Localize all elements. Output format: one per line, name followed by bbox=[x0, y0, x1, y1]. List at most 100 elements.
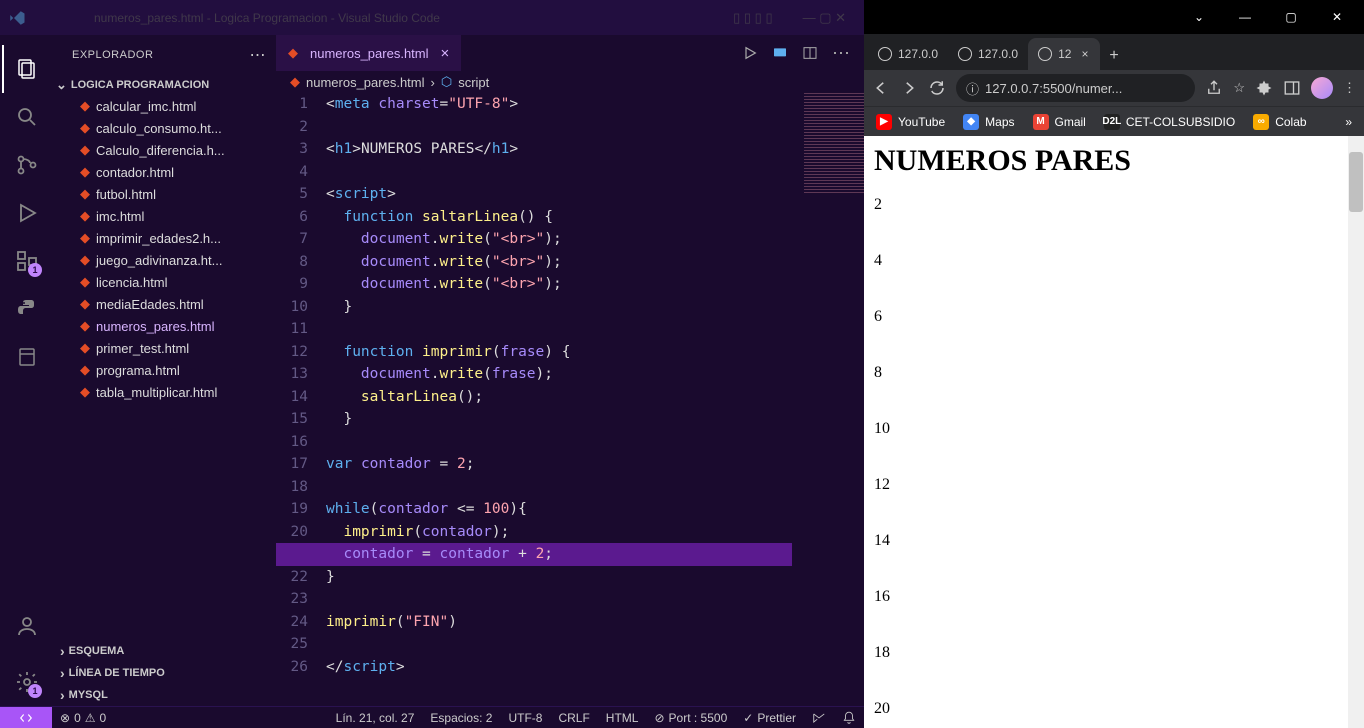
activity-run-debug[interactable] bbox=[2, 189, 50, 237]
chevron-right-icon: › bbox=[60, 665, 65, 681]
minimap[interactable] bbox=[804, 93, 864, 193]
page-content: NUMEROS PARES 2468101214161820 bbox=[864, 136, 1364, 728]
status-indentation[interactable]: Espacios: 2 bbox=[422, 711, 500, 725]
file-item[interactable]: ◆calcular_imc.html bbox=[52, 95, 276, 117]
url-input[interactable]: ⓘ 127.0.0.7:5500/numer... bbox=[956, 74, 1195, 102]
activity-source-control[interactable] bbox=[2, 141, 50, 189]
status-language[interactable]: HTML bbox=[598, 711, 647, 725]
bookmark-item[interactable]: ∞Colab bbox=[1253, 114, 1306, 130]
status-encoding[interactable]: UTF-8 bbox=[500, 711, 550, 725]
file-item[interactable]: ◆Calculo_diferencia.h... bbox=[52, 139, 276, 161]
activity-settings[interactable]: 1 bbox=[2, 658, 50, 706]
sidebar-section[interactable]: ›MYSQL bbox=[52, 684, 276, 706]
back-button[interactable] bbox=[872, 79, 890, 97]
file-item[interactable]: ◆tabla_multiplicar.html bbox=[52, 381, 276, 403]
file-item[interactable]: ◆juego_adivinanza.ht... bbox=[52, 249, 276, 271]
output-number: 16 bbox=[874, 588, 1354, 606]
minimize-button[interactable]: — bbox=[1222, 2, 1268, 32]
file-name: numeros_pares.html bbox=[96, 319, 215, 334]
split-editor-icon[interactable] bbox=[802, 45, 818, 61]
status-bell-icon[interactable] bbox=[834, 711, 864, 725]
browser-tab[interactable]: 127.0.0 bbox=[868, 38, 948, 70]
code-editor[interactable]: 1234567891011121314151617181920212223242… bbox=[276, 93, 864, 706]
page-scrollbar[interactable] bbox=[1348, 136, 1364, 728]
file-item[interactable]: ◆contador.html bbox=[52, 161, 276, 183]
file-name: futbol.html bbox=[96, 187, 156, 202]
workspace-folder[interactable]: ⌄ LOGICA PROGRAMACION bbox=[52, 75, 276, 95]
file-item[interactable]: ◆imc.html bbox=[52, 205, 276, 227]
browser-tab[interactable]: 127.0.0 bbox=[948, 38, 1028, 70]
reload-button[interactable] bbox=[928, 79, 946, 97]
file-item[interactable]: ◆calculo_consumo.ht... bbox=[52, 117, 276, 139]
bookmark-icon: ▶ bbox=[876, 114, 892, 130]
forward-button[interactable] bbox=[900, 79, 918, 97]
sidebar-section[interactable]: ›ESQUEMA bbox=[52, 640, 276, 662]
status-feedback-icon[interactable] bbox=[804, 711, 834, 725]
side-panel-icon[interactable] bbox=[1283, 79, 1301, 97]
bookmarks-overflow-icon[interactable]: » bbox=[1345, 115, 1352, 129]
maximize-button[interactable]: ▢ bbox=[1268, 2, 1314, 32]
html-file-icon: ◆ bbox=[80, 208, 90, 224]
more-actions-icon[interactable]: ⋯ bbox=[832, 43, 850, 64]
bookmark-item[interactable]: ▶ YouTube bbox=[876, 114, 945, 130]
bookmark-label: YouTube bbox=[898, 115, 945, 129]
close-tab-icon[interactable]: × bbox=[1081, 47, 1088, 61]
status-cursor-position[interactable]: Lín. 21, col. 27 bbox=[328, 711, 423, 725]
file-item[interactable]: ◆numeros_pares.html bbox=[52, 315, 276, 337]
html-file-icon: ◆ bbox=[80, 230, 90, 246]
bookmarks-bar: ▶ YouTube ◆Maps MGmail D2LCET-COLSUBSIDIO ∞Co… bbox=[864, 106, 1364, 136]
extensions-icon[interactable] bbox=[1255, 79, 1273, 97]
editor-actions: ⋯ bbox=[742, 43, 864, 64]
bookmark-item[interactable]: D2LCET-COLSUBSIDIO bbox=[1104, 114, 1235, 130]
status-problems[interactable]: ⊗0 ⚠0 bbox=[52, 711, 114, 725]
status-live-server[interactable]: ⊘Port : 5500 bbox=[646, 711, 735, 725]
activity-python-icon[interactable] bbox=[2, 285, 50, 333]
arrow-down-icon[interactable]: ⌄ bbox=[1176, 2, 1222, 32]
profile-avatar[interactable] bbox=[1311, 77, 1333, 99]
live-preview-icon[interactable] bbox=[772, 45, 788, 61]
file-name: juego_adivinanza.ht... bbox=[96, 253, 222, 268]
output-number: 2 bbox=[874, 196, 1354, 214]
bookmark-item[interactable]: ◆Maps bbox=[963, 114, 1014, 130]
activity-container-icon[interactable] bbox=[2, 333, 50, 381]
statusbar: ⊗0 ⚠0 Lín. 21, col. 27 Espacios: 2 UTF-8… bbox=[0, 706, 864, 728]
window-controls[interactable]: — ▢ ✕ bbox=[803, 10, 846, 26]
file-item[interactable]: ◆mediaEdades.html bbox=[52, 293, 276, 315]
activity-search[interactable] bbox=[2, 93, 50, 141]
close-tab-icon[interactable]: × bbox=[441, 45, 450, 62]
share-icon[interactable] bbox=[1205, 79, 1223, 97]
activity-extensions[interactable]: 1 bbox=[2, 237, 50, 285]
code-content[interactable]: <meta charset="UTF-8"><h1>NUMEROS PARES<… bbox=[326, 93, 864, 706]
remote-indicator[interactable] bbox=[0, 707, 52, 728]
file-item[interactable]: ◆futbol.html bbox=[52, 183, 276, 205]
menu-icon[interactable]: ⋮ bbox=[1343, 80, 1356, 96]
close-button[interactable]: ✕ bbox=[1314, 2, 1360, 32]
explorer-more-icon[interactable]: ⋯ bbox=[250, 45, 267, 65]
breadcrumb[interactable]: ◆ numeros_pares.html › ⬡ script bbox=[276, 71, 864, 93]
activity-explorer[interactable] bbox=[2, 45, 50, 93]
layout-icons[interactable]: ▯ ▯ ▯ ▯ bbox=[733, 10, 772, 26]
status-eol[interactable]: CRLF bbox=[550, 711, 597, 725]
new-tab-button[interactable]: + bbox=[1100, 42, 1128, 70]
titlebar: numeros_pares.html - Logica Programacion… bbox=[0, 0, 864, 35]
run-icon[interactable] bbox=[742, 45, 758, 61]
bookmark-item[interactable]: MGmail bbox=[1033, 114, 1086, 130]
file-item[interactable]: ◆programa.html bbox=[52, 359, 276, 381]
file-item[interactable]: ◆imprimir_edades2.h... bbox=[52, 227, 276, 249]
html-file-icon: ◆ bbox=[80, 384, 90, 400]
symbol-icon: ⬡ bbox=[441, 74, 452, 90]
html-file-icon: ◆ bbox=[80, 98, 90, 114]
file-item[interactable]: ◆primer_test.html bbox=[52, 337, 276, 359]
status-prettier[interactable]: ✓Prettier bbox=[735, 711, 804, 725]
bookmark-label: CET-COLSUBSIDIO bbox=[1126, 115, 1235, 129]
sidebar-section[interactable]: ›LÍNEA DE TIEMPO bbox=[52, 662, 276, 684]
browser-tab[interactable]: 12× bbox=[1028, 38, 1100, 70]
editor-tab[interactable]: ◆ numeros_pares.html × bbox=[276, 35, 461, 71]
file-name: calculo_consumo.ht... bbox=[96, 121, 222, 136]
scrollbar-thumb[interactable] bbox=[1349, 152, 1363, 212]
file-item[interactable]: ◆licencia.html bbox=[52, 271, 276, 293]
output-number: 14 bbox=[874, 532, 1354, 550]
star-icon[interactable]: ☆ bbox=[1233, 80, 1245, 96]
html-file-icon: ◆ bbox=[290, 74, 300, 90]
activity-account[interactable] bbox=[2, 602, 50, 650]
